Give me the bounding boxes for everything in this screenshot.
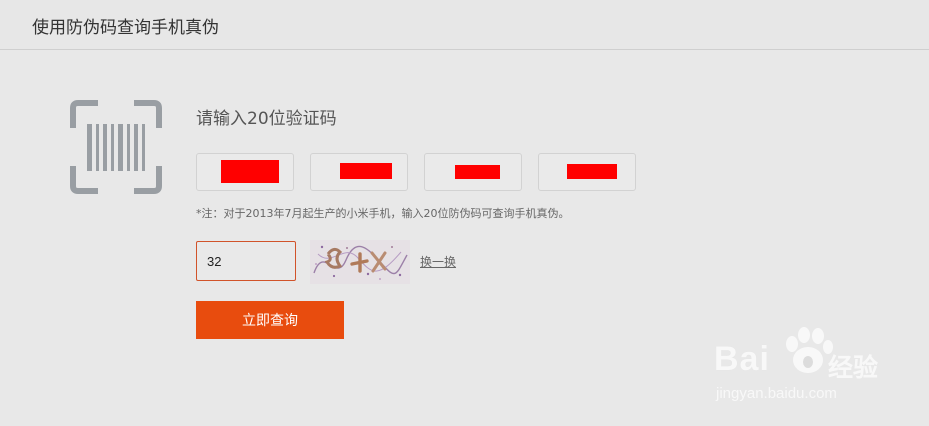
redacted-code-segment <box>221 160 279 183</box>
redacted-code-segment <box>567 164 617 179</box>
page: 使用防伪码查询手机真伪 请输入20位验证码 *注：对于2013年7月起生产的小米… <box>0 0 929 426</box>
page-header: 使用防伪码查询手机真伪 <box>0 0 929 50</box>
watermark-brand: Bai <box>714 340 770 378</box>
refresh-captcha-link[interactable]: 换一换 <box>420 253 456 270</box>
code-input-prompt: 请输入20位验证码 <box>196 109 337 129</box>
barcode-icon <box>70 100 162 194</box>
watermark-suffix: 经验 <box>828 353 879 382</box>
code-field-3[interactable] <box>424 153 522 191</box>
captcha-image[interactable] <box>310 240 410 284</box>
watermark-url: jingyan.baidu.com <box>716 385 837 402</box>
captcha-input[interactable] <box>196 241 296 281</box>
redacted-code-segment <box>340 163 392 179</box>
page-title: 使用防伪码查询手机真伪 <box>32 18 219 38</box>
query-now-button[interactable]: 立即查询 <box>196 301 344 339</box>
code-field-4[interactable] <box>538 153 636 191</box>
code-field-1[interactable] <box>196 153 294 191</box>
redacted-code-segment <box>455 165 500 179</box>
code-field-2[interactable] <box>310 153 408 191</box>
baidu-jingyan-watermark: Bai 经验 jingyan.baidu.com <box>706 326 906 408</box>
authenticity-note: *注：对于2013年7月起生产的小米手机，输入20位防伪码可查询手机真伪。 <box>196 207 570 220</box>
